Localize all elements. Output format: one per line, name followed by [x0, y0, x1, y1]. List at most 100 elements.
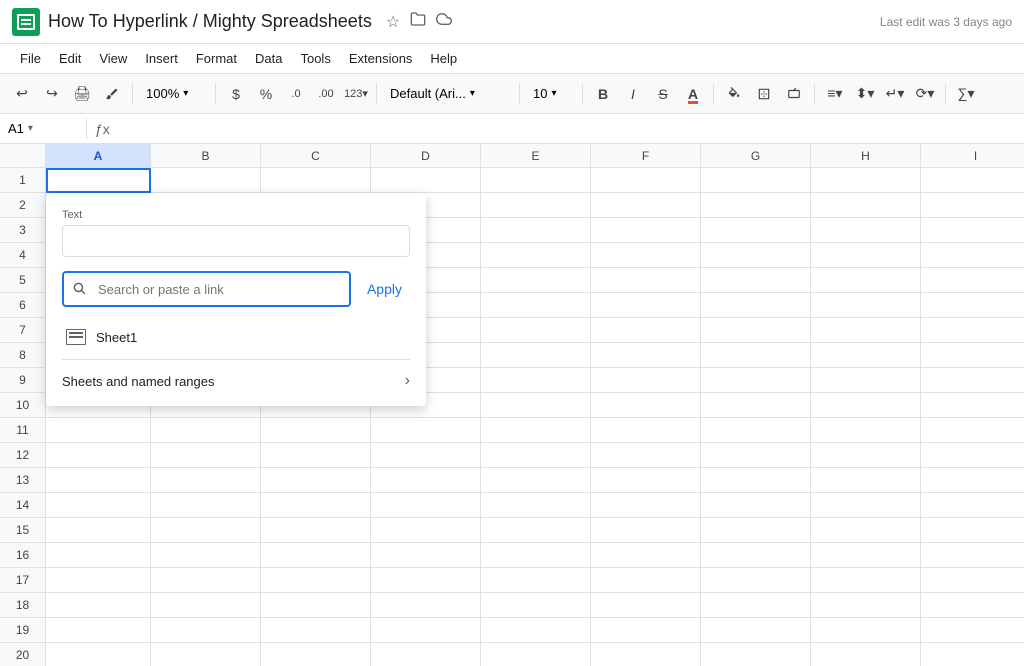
function-icon[interactable]: ƒx: [95, 121, 110, 137]
folder-icon[interactable]: [410, 11, 426, 32]
menu-view[interactable]: View: [91, 47, 135, 70]
popup-text-label: Text: [62, 209, 410, 221]
table-row: 16: [0, 543, 1024, 568]
separator: [582, 84, 583, 104]
col-header-c[interactable]: C: [261, 144, 371, 168]
separator: [945, 84, 946, 104]
table-row: 12: [0, 443, 1024, 468]
toolbar: ↩ ↪ 🖨 100% ▾ $ % .0 .00 123▾ Default (Ar…: [0, 74, 1024, 114]
table-row: 15: [0, 518, 1024, 543]
hyperlink-popup: Text Apply Sheet1: [46, 193, 426, 406]
separator: [376, 84, 377, 104]
table-row: 18: [0, 593, 1024, 618]
paint-format-button[interactable]: [98, 80, 126, 108]
italic-button[interactable]: I: [619, 80, 647, 108]
decimal-decrease-button[interactable]: .0: [282, 80, 310, 108]
separator: [132, 84, 133, 104]
cell-b1[interactable]: [151, 168, 261, 193]
table-row: 1: [0, 168, 1024, 193]
apply-button[interactable]: Apply: [359, 277, 410, 301]
menu-file[interactable]: File: [12, 47, 49, 70]
separator: [519, 84, 520, 104]
col-header-f[interactable]: F: [591, 144, 701, 168]
cell-reference[interactable]: A1 ▾: [8, 121, 78, 136]
bold-button[interactable]: B: [589, 80, 617, 108]
star-icon[interactable]: ☆: [386, 12, 400, 32]
search-icon: [72, 281, 86, 298]
cell-a1[interactable]: [46, 168, 151, 193]
cell-g1[interactable]: [701, 168, 811, 193]
app-icon: [12, 8, 40, 36]
link-search-input[interactable]: [62, 271, 351, 307]
functions-button[interactable]: ∑▾: [952, 80, 980, 108]
text-rotation-button[interactable]: ⟳▾: [911, 80, 939, 108]
borders-button[interactable]: [750, 80, 778, 108]
title-icons: ☆: [386, 11, 452, 32]
vertical-align-button[interactable]: ⬍▾: [851, 80, 879, 108]
print-button[interactable]: 🖨: [68, 80, 96, 108]
sheet-name: Sheet1: [96, 330, 137, 345]
font-size-select[interactable]: 10 ▾: [526, 81, 576, 107]
percent-button[interactable]: %: [252, 80, 280, 108]
menu-format[interactable]: Format: [188, 47, 245, 70]
fill-color-button[interactable]: [720, 80, 748, 108]
col-header-e[interactable]: E: [481, 144, 591, 168]
col-header-g[interactable]: G: [701, 144, 811, 168]
table-row: 11: [0, 418, 1024, 443]
menu-data[interactable]: Data: [247, 47, 290, 70]
column-headers: A B C D E F G H I: [0, 144, 1024, 168]
col-header-b[interactable]: B: [151, 144, 261, 168]
footer-label: Sheets and named ranges: [62, 374, 215, 389]
align-button[interactable]: ≡▾: [821, 80, 849, 108]
cloud-icon[interactable]: [436, 11, 452, 32]
merge-cells-button[interactable]: [780, 80, 808, 108]
popup-link-row: Apply: [62, 271, 410, 307]
cell-i1[interactable]: [921, 168, 1024, 193]
chevron-right-icon: ›: [405, 372, 410, 390]
table-row: 19: [0, 618, 1024, 643]
formula-input[interactable]: [118, 121, 1016, 136]
separator: [814, 84, 815, 104]
undo-button[interactable]: ↩: [8, 80, 36, 108]
document-title[interactable]: How To Hyperlink / Mighty Spreadsheets: [48, 11, 372, 32]
cell-d1[interactable]: [371, 168, 481, 193]
cell-f1[interactable]: [591, 168, 701, 193]
redo-button[interactable]: ↪: [38, 80, 66, 108]
col-header-h[interactable]: H: [811, 144, 921, 168]
col-header-a[interactable]: A: [46, 144, 151, 168]
grid-body: 1 2 3 4 5 6 7 8 9 10 11 12 13 14 15 16 1…: [0, 168, 1024, 666]
table-row: 17: [0, 568, 1024, 593]
menu-tools[interactable]: Tools: [292, 47, 338, 70]
col-header-d[interactable]: D: [371, 144, 481, 168]
sheets-named-ranges-button[interactable]: Sheets and named ranges ›: [62, 359, 410, 390]
menu-extensions[interactable]: Extensions: [341, 47, 421, 70]
cell-c1[interactable]: [261, 168, 371, 193]
menu-bar: File Edit View Insert Format Data Tools …: [0, 44, 1024, 74]
menu-edit[interactable]: Edit: [51, 47, 89, 70]
cell-h1[interactable]: [811, 168, 921, 193]
table-row: 13: [0, 468, 1024, 493]
col-header-i[interactable]: I: [921, 144, 1024, 168]
table-row: 14: [0, 493, 1024, 518]
popup-text-section: Text: [62, 209, 410, 257]
formula-bar: A1 ▾ ƒx: [0, 114, 1024, 144]
menu-insert[interactable]: Insert: [137, 47, 186, 70]
text-color-button[interactable]: A: [679, 80, 707, 108]
font-family-select[interactable]: Default (Ari... ▾: [383, 81, 513, 107]
popup-link-input-wrap: [62, 271, 351, 307]
separator: [215, 84, 216, 104]
cell-e1[interactable]: [481, 168, 591, 193]
decimal-increase-button[interactable]: .00: [312, 80, 340, 108]
strikethrough-button[interactable]: S: [649, 80, 677, 108]
format-type-button[interactable]: 123▾: [342, 80, 370, 108]
zoom-select[interactable]: 100% ▾: [139, 81, 209, 107]
row-num-1: 1: [0, 168, 46, 193]
currency-button[interactable]: $: [222, 80, 250, 108]
text-wrap-button[interactable]: ↵▾: [881, 80, 909, 108]
corner-cell: [0, 144, 46, 168]
separator: [713, 84, 714, 104]
sheet-item[interactable]: Sheet1: [62, 323, 410, 351]
sheet-container: A B C D E F G H I 1 2 3 4 5 6 7 8 9: [0, 144, 1024, 666]
popup-text-input[interactable]: [62, 225, 410, 257]
menu-help[interactable]: Help: [422, 47, 465, 70]
